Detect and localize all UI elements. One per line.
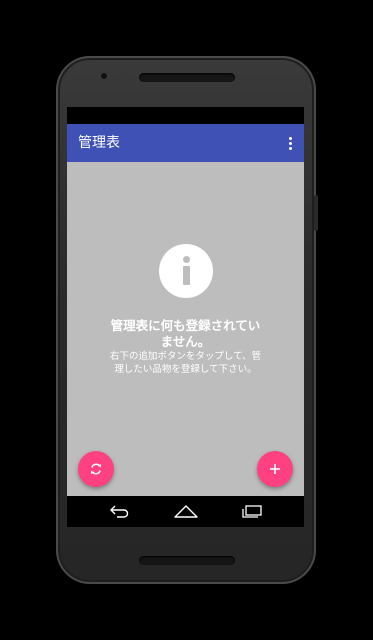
phone-screen: 管理表 管理表に何も登録されていません。 右下の追加ボタンをタップして、管理した… xyxy=(67,107,304,527)
app-title: 管理表 xyxy=(78,135,120,151)
navigation-bar xyxy=(67,496,304,527)
main-content: 管理表に何も登録されていません。 右下の追加ボタンをタップして、管理したい品物を… xyxy=(67,162,304,496)
empty-state-title: 管理表に何も登録されていません。 xyxy=(110,318,261,349)
front-camera xyxy=(101,73,107,79)
home-button[interactable] xyxy=(173,501,199,521)
add-button[interactable] xyxy=(257,451,293,487)
bottom-speaker-grille xyxy=(139,556,235,565)
info-icon xyxy=(159,244,213,298)
recents-button[interactable] xyxy=(239,501,265,521)
home-icon xyxy=(174,505,198,518)
recents-icon xyxy=(242,505,262,518)
phone-side-button xyxy=(314,195,318,231)
status-bar xyxy=(67,107,304,124)
refresh-button[interactable] xyxy=(78,451,114,487)
refresh-icon xyxy=(90,463,102,475)
add-icon xyxy=(270,464,280,474)
app-bar: 管理表 xyxy=(67,124,304,162)
top-speaker-grille xyxy=(139,73,235,82)
more-vert-icon[interactable] xyxy=(282,132,298,154)
back-icon xyxy=(110,505,129,518)
empty-state-message: 右下の追加ボタンをタップして、管理したい品物を登録して下さい。 xyxy=(109,351,262,375)
back-button[interactable] xyxy=(107,501,133,521)
